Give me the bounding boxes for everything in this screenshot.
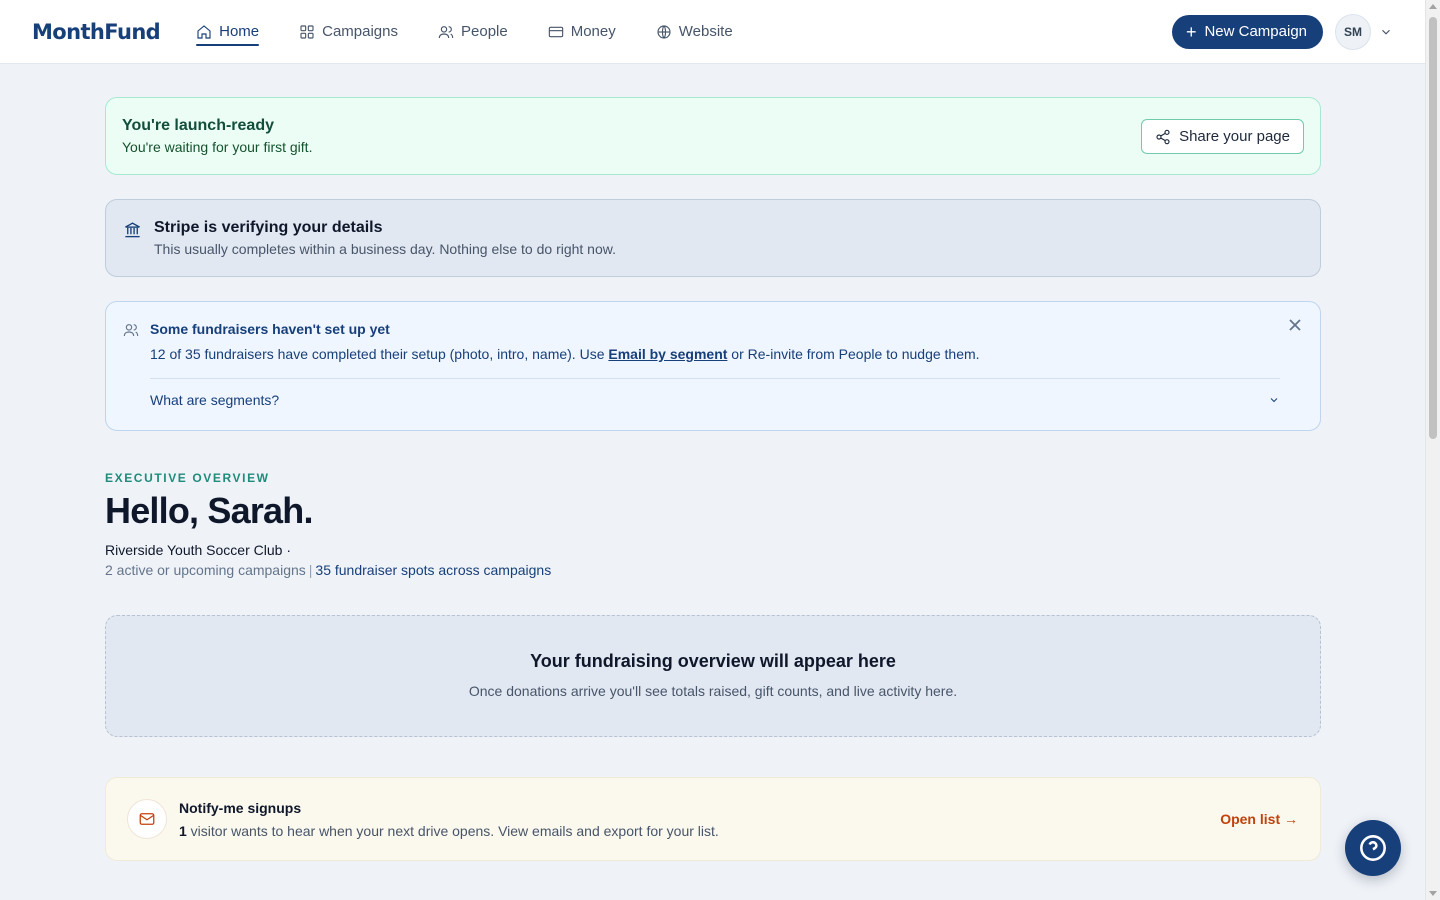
page-title: Hello, Sarah. — [105, 490, 313, 531]
share-page-label: Share your page — [1179, 128, 1290, 145]
card-icon — [548, 26, 563, 37]
scroll-down-icon[interactable] — [1429, 891, 1437, 896]
new-campaign-label: New Campaign — [1204, 23, 1307, 40]
scroll-up-icon[interactable] — [1429, 4, 1437, 9]
nav-people[interactable]: People — [438, 0, 508, 64]
meta-separator: | — [308, 562, 313, 578]
overview-meta: 2 active or upcoming campaigns | 35 fundra… — [105, 562, 551, 578]
empty-title: Your fundraising overview will appear he… — [530, 651, 896, 671]
fundraisers-title: Some fundraisers haven't set up yet — [150, 321, 390, 337]
empty-message: Once donations arrive you'll see totals … — [468, 683, 958, 699]
close-icon[interactable] — [1289, 319, 1301, 331]
launch-title: You're launch-ready — [122, 117, 274, 134]
notify-message-text: visitor wants to hear when your next dri… — [186, 823, 719, 839]
scrollbar[interactable] — [1425, 0, 1440, 900]
fundraisers-setup-banner: Some fundraisers haven't set up yet 12 o… — [105, 301, 1321, 431]
top-bar: MonthFund Home Campaigns People Money We… — [0, 0, 1425, 64]
org-name: Riverside Youth Soccer Club · — [105, 542, 291, 558]
divider — [150, 378, 1280, 379]
fundraiser-spots-link[interactable]: 35 fundraiser spots across campaigns — [315, 562, 551, 578]
nav-money[interactable]: Money — [548, 0, 616, 64]
notify-count: 1 — [179, 823, 187, 839]
stripe-title: Stripe is verifying your details — [154, 219, 383, 236]
help-button[interactable] — [1345, 820, 1401, 876]
plus-icon: + — [1185, 21, 1197, 42]
launch-message: You're waiting for your first gift. — [122, 139, 313, 155]
stripe-message: This usually completes within a business… — [154, 241, 616, 257]
chevron-down-icon[interactable] — [1379, 25, 1393, 39]
notify-signups-card: Notify-me signups 1 visitor wants to hea… — [105, 777, 1321, 861]
globe-icon — [657, 24, 671, 39]
launch-ready-banner: You're launch-ready You're waiting for y… — [105, 97, 1321, 175]
nav-people-label: People — [461, 23, 508, 40]
users-icon — [123, 324, 139, 337]
nav-campaigns[interactable]: Campaigns — [299, 0, 398, 64]
nav-money-label: Money — [570, 23, 616, 40]
fundraisers-message-suffix: or Re-invite from People to nudge them. — [727, 346, 980, 362]
nav-campaigns-label: Campaigns — [322, 23, 398, 40]
fundraisers-message: 12 of 35 fundraisers have completed thei… — [150, 346, 1280, 362]
stripe-verification-banner: Stripe is verifying your details This us… — [105, 199, 1321, 277]
nav-website[interactable]: Website — [656, 0, 733, 64]
notify-message: 1 visitor wants to hear when your next d… — [179, 823, 1304, 839]
users-icon — [438, 25, 454, 38]
executive-overview: EXECUTIVE OVERVIEW Hello, Sarah. Riversi… — [105, 471, 551, 578]
mail-icon — [139, 813, 155, 825]
logo[interactable]: MonthFund — [32, 20, 161, 44]
new-campaign-button[interactable]: + New Campaign — [1171, 14, 1323, 49]
share-page-button[interactable]: Share your page — [1141, 119, 1304, 154]
main-nav: Home Campaigns People Money Website — [196, 0, 773, 64]
overview-eyebrow: EXECUTIVE OVERVIEW — [105, 471, 270, 485]
chevron-down-icon — [1270, 398, 1278, 403]
fundraisers-message-prefix: 12 of 35 fundraisers have completed thei… — [150, 346, 609, 362]
mail-icon-wrap — [127, 799, 167, 839]
nav-home[interactable]: Home — [196, 0, 260, 64]
campaigns-count: 2 active or upcoming campaigns — [105, 562, 306, 578]
question-icon — [1360, 835, 1386, 861]
bank-icon — [125, 222, 140, 238]
email-by-segment-link[interactable]: Email by segment — [608, 346, 727, 362]
share-icon — [1156, 129, 1170, 144]
home-icon — [197, 24, 211, 39]
open-list-link[interactable]: Open list → — [1220, 811, 1298, 827]
scroll-thumb[interactable] — [1429, 17, 1437, 439]
notify-title: Notify-me signups — [179, 800, 302, 816]
segments-accordion[interactable]: What are segments? — [150, 392, 1280, 408]
grid-icon — [300, 24, 314, 39]
nav-website-label: Website — [678, 23, 733, 40]
avatar[interactable]: SM — [1335, 13, 1371, 50]
nav-home-label: Home — [219, 23, 260, 40]
segments-accordion-label: What are segments? — [150, 392, 280, 408]
overview-empty-state: Your fundraising overview will appear he… — [105, 615, 1321, 737]
